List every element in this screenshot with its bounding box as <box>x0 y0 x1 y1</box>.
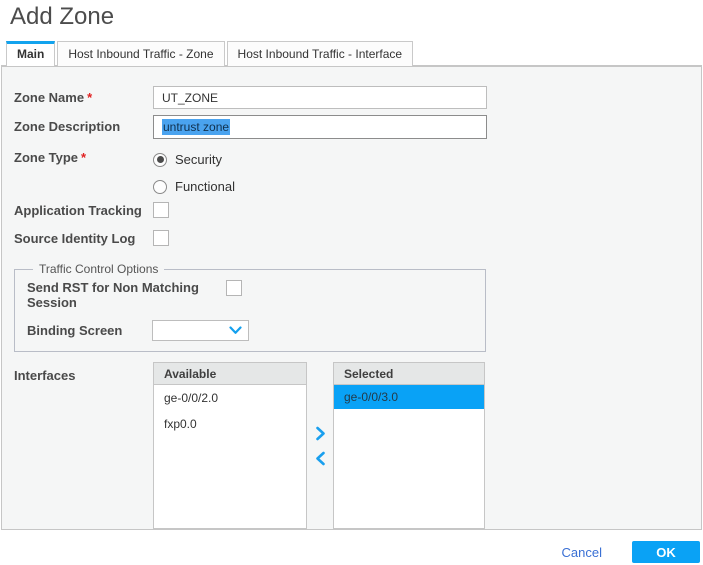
cancel-button[interactable]: Cancel <box>562 545 602 560</box>
available-interfaces-list: Available ge-0/0/2.0 fxp0.0 <box>153 362 307 529</box>
application-tracking-label: Application Tracking <box>14 202 153 218</box>
transfer-controls <box>307 362 333 529</box>
send-rst-checkbox[interactable] <box>226 280 242 296</box>
selected-input-text: untrust zone <box>162 119 230 135</box>
source-identity-log-label: Source Identity Log <box>14 230 153 246</box>
footer-actions: Cancel OK <box>0 541 703 563</box>
radio-functional-label: Functional <box>175 179 235 194</box>
move-right-icon[interactable] <box>315 426 326 441</box>
list-item[interactable]: fxp0.0 <box>154 411 306 437</box>
send-rst-label: Send RST for Non Matching Session <box>27 280 226 310</box>
source-identity-log-checkbox[interactable] <box>153 230 169 246</box>
tabbar: Main Host Inbound Traffic - Zone Host In… <box>1 40 702 65</box>
radio-security-label: Security <box>175 152 222 167</box>
ok-button[interactable]: OK <box>632 541 700 563</box>
radio-functional[interactable] <box>153 180 167 194</box>
tab-host-inbound-interface-label: Host Inbound Traffic - Interface <box>238 47 403 61</box>
list-item[interactable]: ge-0/0/2.0 <box>154 385 306 411</box>
interfaces-label: Interfaces <box>14 362 153 383</box>
tab-main[interactable]: Main <box>6 41 55 66</box>
selected-interfaces-list: Selected ge-0/0/3.0 <box>333 362 485 529</box>
available-list-header: Available <box>154 363 306 385</box>
tab-host-inbound-zone[interactable]: Host Inbound Traffic - Zone <box>57 41 224 66</box>
zone-description-input[interactable]: untrust zone <box>153 115 487 139</box>
list-item-selected[interactable]: ge-0/0/3.0 <box>334 385 484 409</box>
zone-description-label: Zone Description <box>14 115 153 134</box>
tab-main-label: Main <box>17 47 44 61</box>
move-left-icon[interactable] <box>315 451 326 466</box>
required-asterisk: * <box>87 90 92 105</box>
zone-name-input[interactable] <box>153 86 487 109</box>
zone-type-options: Security Functional <box>153 146 235 200</box>
binding-screen-dropdown[interactable] <box>152 320 249 341</box>
main-tab-panel: Zone Name* Zone Description untrust zone… <box>1 65 702 530</box>
required-asterisk: * <box>81 150 86 165</box>
application-tracking-checkbox[interactable] <box>153 202 169 218</box>
page-title: Add Zone <box>10 4 703 30</box>
binding-screen-label: Binding Screen <box>27 320 152 338</box>
zone-type-label: Zone Type* <box>14 146 153 165</box>
traffic-control-options-legend: Traffic Control Options <box>33 262 164 276</box>
selected-list-header: Selected <box>334 363 484 385</box>
tab-host-inbound-zone-label: Host Inbound Traffic - Zone <box>68 47 213 61</box>
traffic-control-options-group: Traffic Control Options Send RST for Non… <box>14 262 486 352</box>
tab-host-inbound-interface[interactable]: Host Inbound Traffic - Interface <box>227 41 414 66</box>
chevron-down-icon <box>229 326 242 335</box>
zone-name-label: Zone Name* <box>14 86 153 105</box>
radio-security[interactable] <box>153 153 167 167</box>
